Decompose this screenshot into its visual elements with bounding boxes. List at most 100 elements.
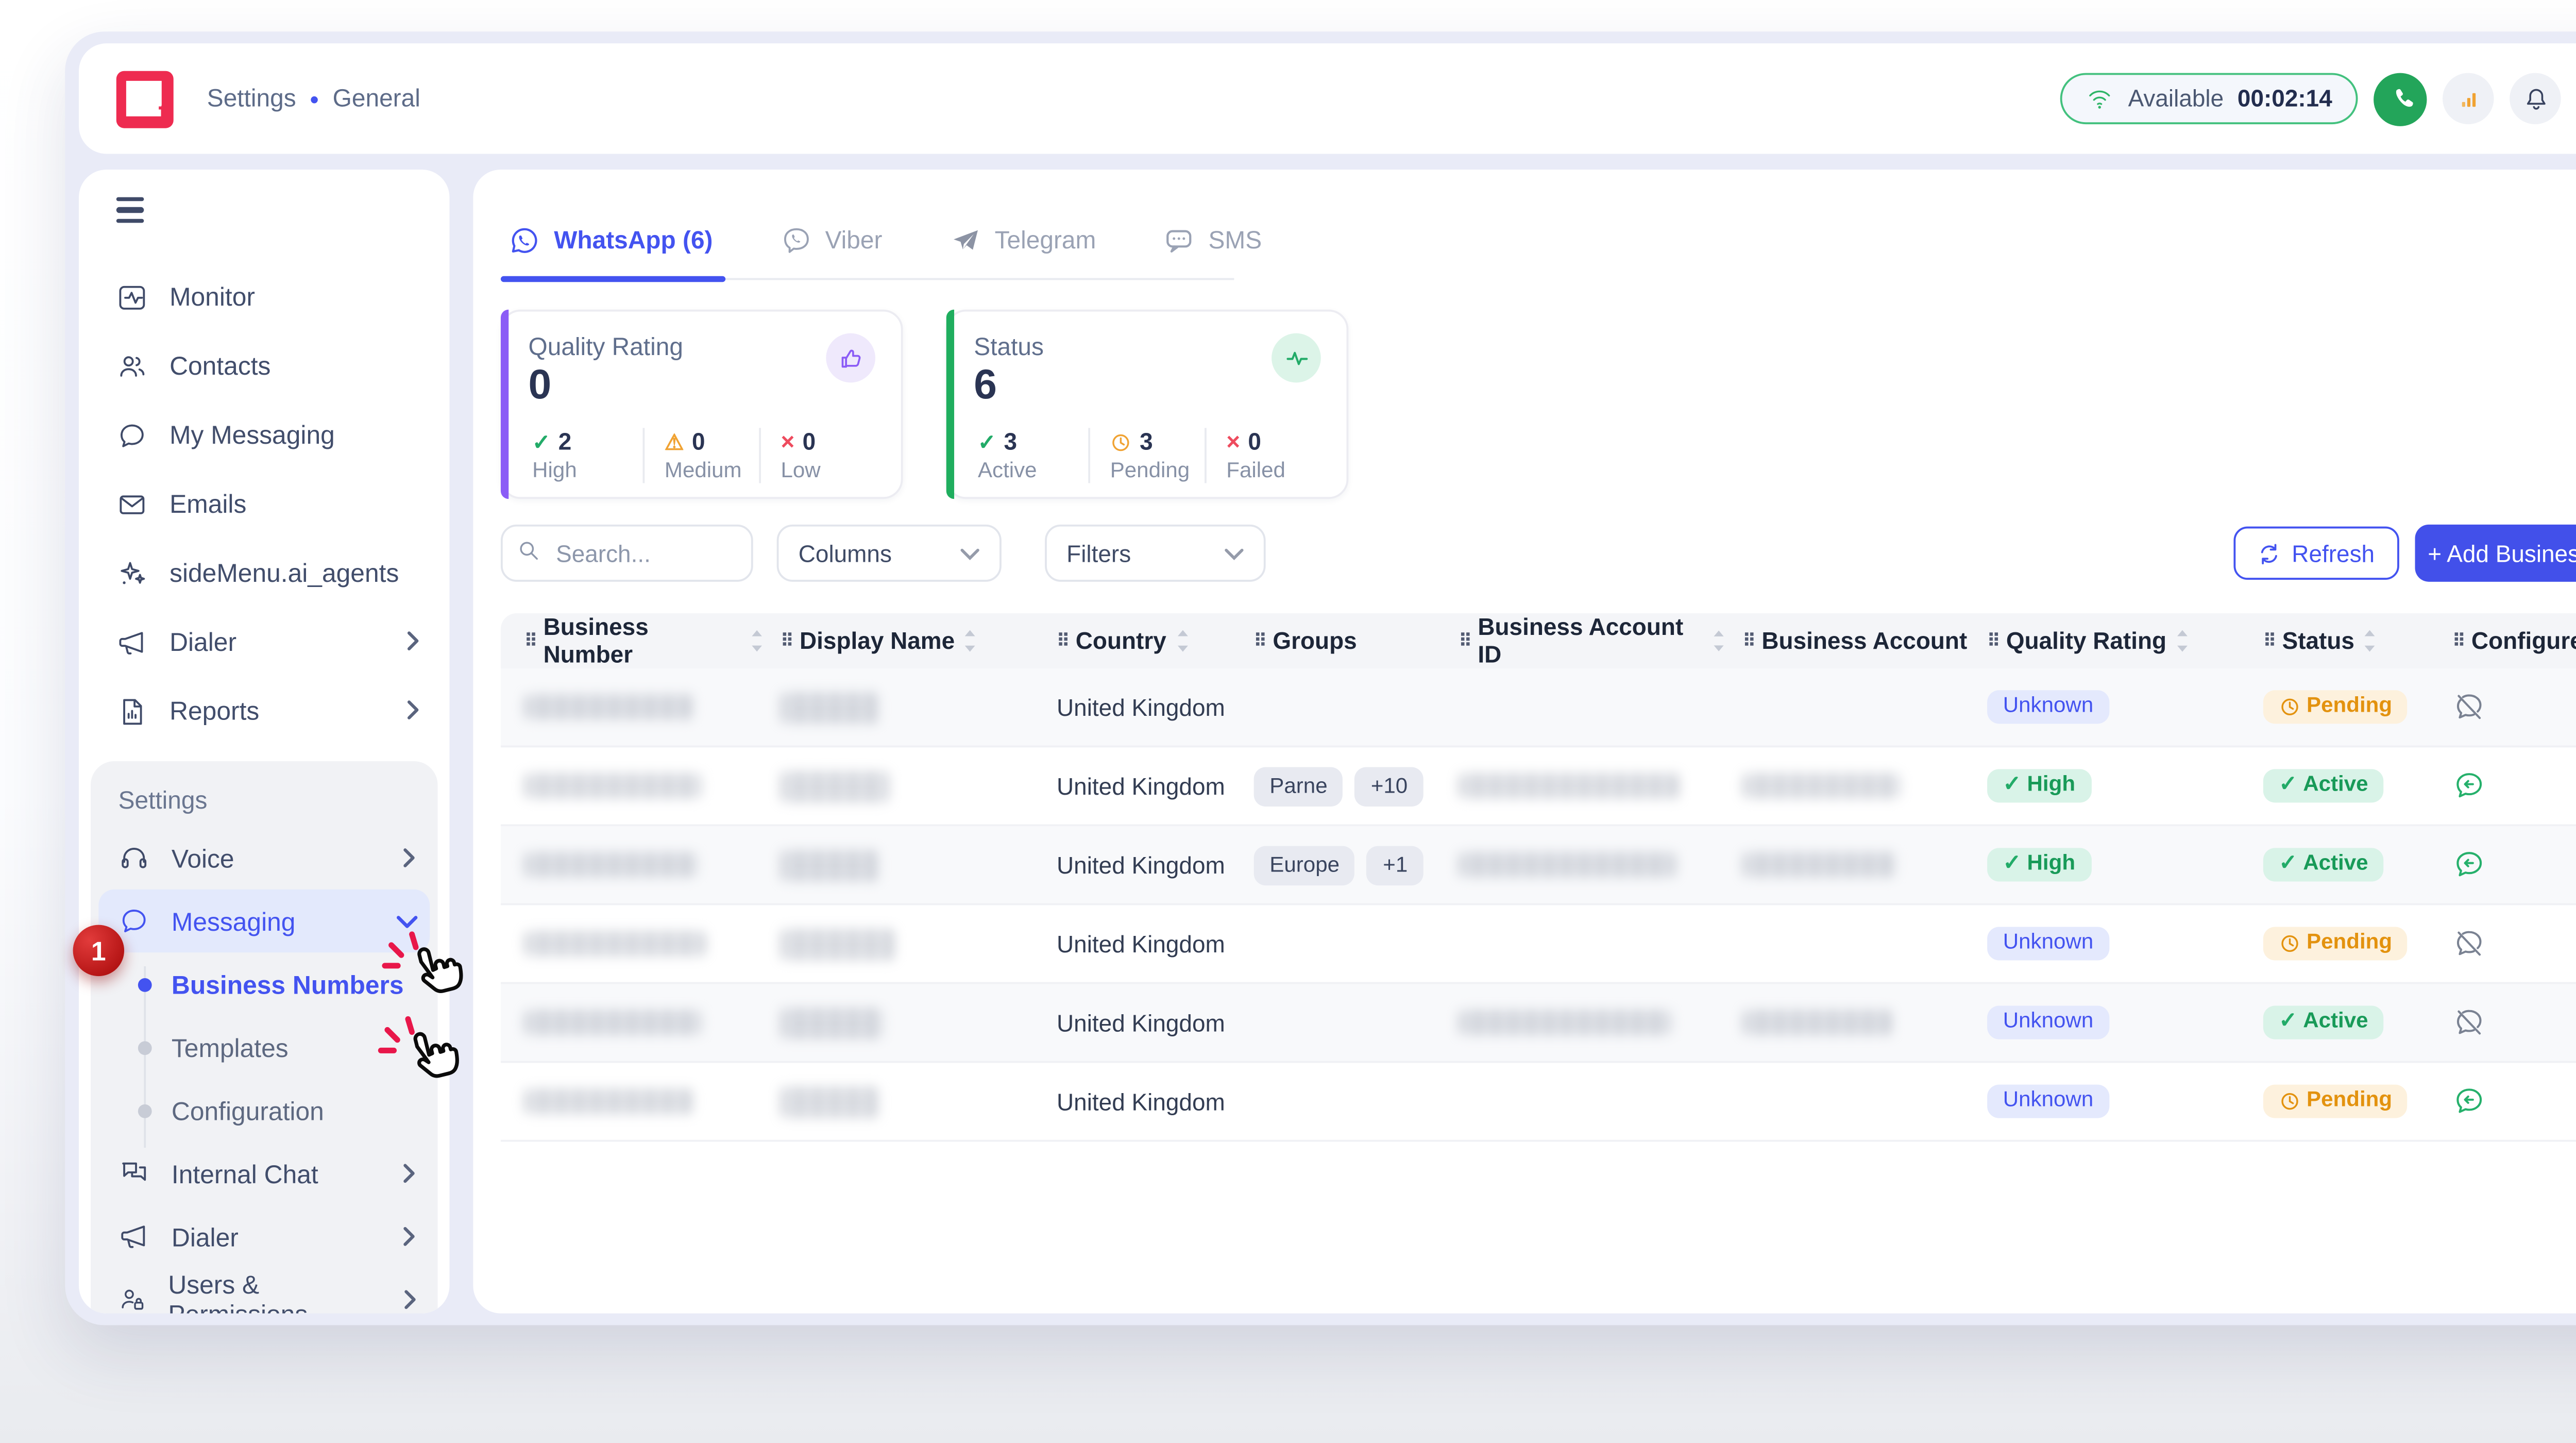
col-groups[interactable]: ⠿Groups [1238,613,1443,668]
status-badge: ✓Active [2263,769,2384,802]
sidebar-item-label: Contacts [170,351,270,381]
table-row[interactable]: United Kingdom Parne +10 ✓High ✓Active [501,747,2576,826]
col-country[interactable]: ⠿Country [1041,613,1238,668]
sidebar-item-voice[interactable]: Voice [91,827,437,890]
tab-telegram[interactable]: Telegram [950,225,1096,280]
redacted-business-number [524,773,702,799]
megaphone-icon [116,627,148,658]
sidebar-item-label: My Messaging [170,421,335,450]
menu-toggle-button[interactable] [116,197,144,223]
table-row[interactable]: United Kingdom Unknown ✓Active [501,984,2576,1063]
col-business-number[interactable]: ⠿Business Number [501,613,765,668]
table-row[interactable]: United Kingdom Unknown Pending [501,668,2576,747]
sidebar-item-ai-agents[interactable]: sideMenu.ai_agents [79,539,449,608]
signal-button[interactable] [2443,73,2494,124]
tab-viber[interactable]: Viber [780,225,883,280]
group-overflow-chip[interactable]: +10 [1355,766,1423,806]
sidebar-item-emails[interactable]: Emails [79,469,449,539]
tab-whatsapp[interactable]: WhatsApp (6) [509,225,713,280]
clock-icon [1110,431,1132,452]
stat-active: ✓3 Active [974,428,1088,483]
chevron-right-icon [404,700,421,722]
col-configured[interactable]: ⠿Configured [2437,613,2576,668]
group-chip[interactable]: Parne [1254,766,1344,806]
phone-button[interactable] [2374,72,2427,125]
sidebar: Monitor Contacts My Messaging Emails sid… [79,170,449,1313]
chevron-right-icon [404,631,421,653]
sidebar-item-dialer[interactable]: Dialer [79,608,449,677]
clock-icon [2279,696,2300,718]
columns-dropdown[interactable]: Columns [777,525,1002,582]
col-business-account[interactable]: ⠿Business Account [1727,613,1971,668]
configured-icon [2452,1085,2486,1118]
redacted-account-id [1459,852,1676,878]
table-row[interactable]: United Kingdom Europe+1 ✓High ✓Active [501,826,2576,905]
country-cell: United Kingdom [1041,747,1238,824]
redacted-display-name [781,1086,879,1117]
sidebar-item-internal-chat[interactable]: Internal Chat [91,1142,437,1205]
app-panel: t Settings • General Available 00:02:14 [65,31,2576,1325]
sort-icon[interactable] [962,629,978,653]
add-business-number-button[interactable]: + Add Business Number [2415,525,2576,582]
megaphone-icon [118,1221,150,1252]
table-row[interactable]: United Kingdom Unknown Pending [501,905,2576,984]
sparkles-icon [116,558,148,589]
notifications-button[interactable] [2510,73,2561,124]
click-cursor-icon [377,1014,463,1100]
breadcrumb-section[interactable]: Settings [207,85,296,113]
group-chip[interactable]: Europe [1254,845,1355,885]
tab-label: Viber [825,227,883,255]
filters-dropdown[interactable]: Filters [1045,525,1266,582]
sort-icon[interactable] [1712,629,1727,653]
sidebar-item-label: Emails [170,490,246,519]
refresh-button[interactable]: Refresh [2233,527,2399,580]
stat-low: ×0 Low [759,428,875,483]
tab-sms[interactable]: SMS [1163,225,1262,280]
redacted-display-name [781,928,895,959]
breadcrumb-separator: • [310,84,318,113]
redacted-business-number [524,1088,694,1114]
sort-icon[interactable] [1174,629,1190,653]
availability-pill[interactable]: Available 00:02:14 [2061,73,2358,124]
table-row[interactable]: United Kingdom Unknown Pending [501,1063,2576,1142]
table-toolbar: Columns Filters Refresh + Add Business N… [501,525,2576,582]
country-cell: United Kingdom [1041,826,1238,903]
col-quality-rating[interactable]: ⠿Quality Rating [1972,613,2248,668]
redacted-display-name [781,1006,883,1038]
monitor-icon [116,281,148,313]
stat-medium: ⚠0 Medium [643,428,759,483]
quality-badge: ✓High [1987,769,2091,802]
sidebar-item-users-permissions[interactable]: Users & Permissions [91,1268,437,1313]
tab-label: SMS [1208,227,1262,255]
bell-icon [2520,84,2550,113]
step-badge-1: 1 [73,925,124,976]
chevron-down-icon [396,912,418,930]
sort-icon[interactable] [750,629,765,653]
quality-badge: Unknown [1987,1006,2109,1039]
search-box [501,525,753,582]
user-lock-icon [118,1284,147,1314]
col-status[interactable]: ⠿Status [2247,613,2436,668]
col-display-name[interactable]: ⠿Display Name [765,613,1041,668]
sort-icon[interactable] [2174,629,2190,653]
redacted-business-number [524,931,706,957]
brand-logo[interactable]: t [116,70,174,127]
col-business-account-id[interactable]: ⠿Business Account ID [1443,613,1727,668]
sidebar-item-my-messaging[interactable]: My Messaging [79,400,449,469]
mail-icon [116,489,148,520]
group-overflow-chip[interactable]: +1 [1367,845,1423,885]
chevron-down-icon [960,545,980,561]
stat-high: ✓2 High [529,428,643,483]
country-cell: United Kingdom [1041,1063,1238,1140]
sidebar-item-contacts[interactable]: Contacts [79,332,449,401]
sidebar-item-reports[interactable]: Reports [79,677,449,746]
clock-icon [2279,933,2300,954]
redacted-account-id [1459,773,1680,799]
sort-icon[interactable] [2362,629,2378,653]
sidebar-item-monitor[interactable]: Monitor [79,263,449,332]
sidebar-item-label: Templates [172,1033,289,1062]
sidebar-item-label: Monitor [170,282,255,312]
sidebar-item-label: Reports [170,696,259,726]
sidebar-item-settings-dialer[interactable]: Dialer [91,1205,437,1268]
country-cell: United Kingdom [1041,984,1238,1061]
